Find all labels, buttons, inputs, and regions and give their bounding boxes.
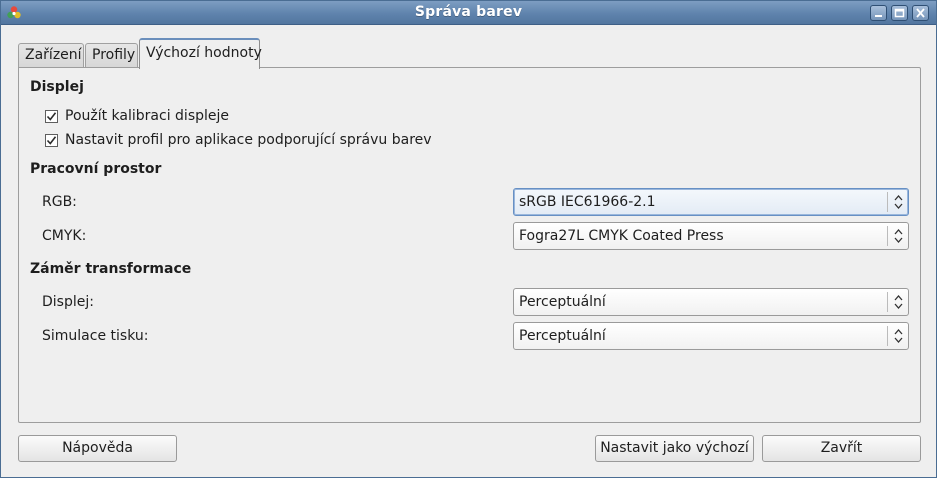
- print-sim-intent-label: Simulace tisku:: [42, 328, 149, 344]
- cmyk-profile-value: Fogra27L CMYK Coated Press: [519, 228, 724, 244]
- minimize-button[interactable]: [870, 5, 887, 21]
- use-calibration-checkbox-row[interactable]: Použít kalibraci displeje: [45, 107, 229, 125]
- updown-arrows-icon: [887, 226, 908, 246]
- close-icon: [916, 8, 925, 18]
- set-profile-checkbox-row[interactable]: Nastavit profil pro aplikace podporující…: [45, 131, 432, 149]
- set-profile-label: Nastavit profil pro aplikace podporující…: [65, 132, 432, 148]
- cmyk-profile-select[interactable]: Fogra27L CMYK Coated Press: [513, 222, 909, 250]
- workspace-section-title: Pracovní prostor: [30, 161, 162, 177]
- updown-arrows-icon: [887, 326, 908, 346]
- checkmark-icon: [46, 111, 57, 121]
- display-intent-label: Displej:: [42, 294, 94, 310]
- display-intent-value: Perceptuální: [519, 294, 606, 310]
- defaults-panel: Displej Použít kalibraci displeje Nastav…: [18, 67, 921, 423]
- checkmark-icon: [46, 135, 57, 145]
- rgb-label: RGB:: [42, 194, 77, 210]
- use-calibration-label: Použít kalibraci displeje: [65, 108, 230, 124]
- title-bar[interactable]: Správa barev: [1, 1, 936, 25]
- maximize-button[interactable]: [891, 5, 908, 21]
- updown-arrows-icon: [887, 292, 908, 312]
- tab-profiles[interactable]: Profily: [85, 43, 138, 68]
- print-sim-intent-select[interactable]: Perceptuální: [513, 322, 909, 350]
- set-default-button[interactable]: Nastavit jako výchozí: [595, 435, 754, 462]
- color-management-window: Správa barev Zařízení Profily Výchozí ho…: [0, 0, 937, 478]
- minimize-icon: [875, 15, 882, 17]
- tab-defaults[interactable]: Výchozí hodnoty: [139, 38, 262, 69]
- set-profile-checkbox[interactable]: [45, 133, 58, 147]
- rgb-profile-value: sRGB IEC61966-2.1: [519, 194, 656, 210]
- cmyk-label: CMYK:: [42, 228, 87, 244]
- updown-arrows-icon: [887, 192, 908, 212]
- close-window-button[interactable]: [912, 5, 929, 21]
- display-intent-select[interactable]: Perceptuální: [513, 288, 909, 316]
- intent-section-title: Záměr transformace: [30, 261, 192, 277]
- print-sim-intent-value: Perceptuální: [519, 328, 606, 344]
- maximize-icon: [894, 8, 905, 18]
- use-calibration-checkbox[interactable]: [45, 109, 58, 123]
- close-button[interactable]: Zavřít: [762, 435, 921, 462]
- window-title: Správa barev: [414, 4, 523, 20]
- tab-devices[interactable]: Zařízení: [18, 43, 84, 68]
- display-section-title: Displej: [30, 79, 84, 95]
- rgb-profile-select[interactable]: sRGB IEC61966-2.1: [513, 188, 909, 216]
- help-button[interactable]: Nápověda: [18, 435, 177, 462]
